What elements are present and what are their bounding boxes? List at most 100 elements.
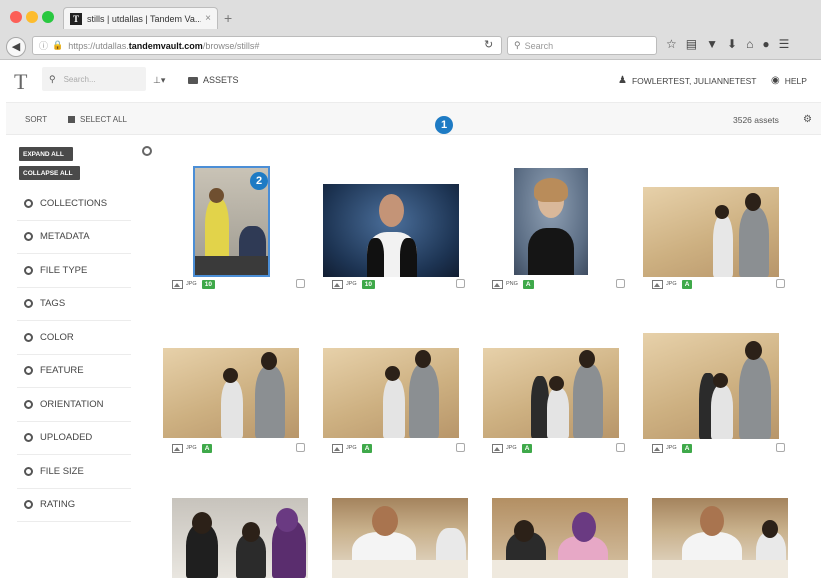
asset-card[interactable]: JPG A xyxy=(156,314,306,453)
asset-thumbnail[interactable] xyxy=(643,332,779,439)
gear-icon[interactable]: ⚙ xyxy=(803,114,812,125)
facet-rating[interactable]: RATING xyxy=(17,489,131,522)
asset-thumbnail[interactable] xyxy=(483,348,619,438)
asset-thumbnail[interactable] xyxy=(643,186,779,277)
facet-file-type[interactable]: FILE TYPE xyxy=(17,254,131,288)
reading-list-icon[interactable]: ▤ xyxy=(686,37,697,51)
assets-label: ASSETS xyxy=(203,75,239,85)
asset-thumbnail[interactable] xyxy=(492,498,628,578)
callout-marker-2: 2 xyxy=(250,172,268,190)
minimize-window-button[interactable] xyxy=(26,11,38,23)
menu-icon[interactable]: ☰ xyxy=(779,37,790,51)
browser-toolbar: ☆ ▤ ▼ ⬇ ⌂ ● ☰ xyxy=(666,37,789,51)
select-checkbox[interactable] xyxy=(776,443,785,452)
file-type-label: PNG xyxy=(506,281,518,287)
select-checkbox[interactable] xyxy=(456,279,465,288)
asset-card[interactable]: JPG A xyxy=(636,150,786,289)
sidebar-toggle-icon[interactable] xyxy=(142,146,152,156)
file-type-label: JPG xyxy=(666,281,677,287)
facet-collections[interactable]: COLLECTIONS xyxy=(17,187,131,221)
navigation-bar: ◀ ⓘ 🔒 https://utdallas. tandemvault.com/b… xyxy=(0,34,821,59)
image-icon xyxy=(492,279,503,289)
select-checkbox[interactable] xyxy=(616,279,625,288)
user-menu[interactable]: ♟ FOWLERTEST, JULIANNETEST xyxy=(618,75,757,86)
back-button[interactable]: ◀ xyxy=(6,36,26,57)
asset-search-input[interactable]: ⚲ Search... xyxy=(42,67,146,91)
asset-card[interactable]: JPG 10 xyxy=(316,150,466,289)
facet-metadata[interactable]: METADATA xyxy=(17,221,131,254)
asset-meta: JPG A xyxy=(172,442,306,454)
plus-circle-icon xyxy=(24,366,33,376)
tab-close-icon[interactable]: × xyxy=(205,13,211,24)
expand-all-button[interactable]: EXPAND ALL xyxy=(19,147,73,161)
asset-thumbnail[interactable] xyxy=(514,168,588,275)
rating-badge: A xyxy=(361,443,373,453)
reload-icon[interactable]: ↻ xyxy=(484,38,493,51)
browser-tab[interactable]: T stills | utdallas | Tandem Va... × xyxy=(63,7,218,29)
image-icon xyxy=(492,443,503,453)
asset-card[interactable] xyxy=(492,498,642,578)
new-tab-button[interactable]: + xyxy=(224,10,232,26)
select-checkbox[interactable] xyxy=(776,279,785,288)
rating-badge: A xyxy=(522,279,534,289)
select-checkbox[interactable] xyxy=(296,443,305,452)
browser-search-input[interactable]: ⚲ Search xyxy=(507,36,657,55)
zoom-window-button[interactable] xyxy=(42,11,54,23)
chat-icon[interactable]: ● xyxy=(762,37,769,51)
asset-card[interactable] xyxy=(652,498,802,578)
file-type-label: JPG xyxy=(666,445,677,451)
facet-uploaded[interactable]: UPLOADED xyxy=(17,422,131,455)
pocket-icon[interactable]: ▼ xyxy=(706,37,718,51)
select-checkbox[interactable] xyxy=(616,443,625,452)
asset-thumbnail[interactable] xyxy=(332,498,468,578)
facet-label: ORIENTATION xyxy=(40,398,104,410)
facet-label: UPLOADED xyxy=(40,432,93,444)
select-checkbox[interactable] xyxy=(456,443,465,452)
facet-label: FILE SIZE xyxy=(40,465,84,477)
facet-tags[interactable]: TAGS xyxy=(17,288,131,321)
star-icon[interactable]: ☆ xyxy=(666,37,677,51)
facet-orientation[interactable]: ORIENTATION xyxy=(17,388,131,422)
asset-meta: JPG 10 xyxy=(332,278,466,290)
rating-badge: A xyxy=(681,279,693,289)
url-bar[interactable]: ⓘ 🔒 https://utdallas. tandemvault.com/bro… xyxy=(32,36,502,55)
download-icon[interactable]: ⬇ xyxy=(727,37,737,51)
facet-list: COLLECTIONS METADATA FILE TYPE TAGS COLO… xyxy=(17,187,131,522)
asset-meta: JPG A xyxy=(332,442,466,454)
plus-circle-icon xyxy=(24,500,33,510)
asset-thumbnail[interactable] xyxy=(163,348,299,438)
home-icon[interactable]: ⌂ xyxy=(746,37,753,51)
tandem-logo[interactable]: T xyxy=(14,69,28,95)
sitemap-dropdown[interactable]: ⊥▾ xyxy=(153,75,165,86)
info-icon[interactable]: ⓘ xyxy=(39,39,48,52)
asset-card[interactable] xyxy=(172,498,322,578)
asset-thumbnail[interactable] xyxy=(323,183,459,277)
asset-thumbnail[interactable] xyxy=(323,348,459,438)
facet-label: FILE TYPE xyxy=(40,264,88,276)
facet-file-size[interactable]: FILE SIZE xyxy=(17,455,131,489)
assets-link[interactable]: ASSETS xyxy=(188,75,239,85)
help-link[interactable]: ◉ HELP xyxy=(771,75,807,86)
rating-badge: A xyxy=(521,443,533,453)
asset-thumbnail[interactable] xyxy=(172,498,308,578)
facet-feature[interactable]: FEATURE xyxy=(17,355,131,388)
facet-color[interactable]: COLOR xyxy=(17,321,131,355)
asset-card[interactable]: JPG A xyxy=(636,314,786,453)
asset-card[interactable] xyxy=(332,498,482,578)
asset-card[interactable]: JPG A xyxy=(316,314,466,453)
asset-card[interactable]: JPG 10 xyxy=(156,150,306,289)
asset-card[interactable]: JPG A xyxy=(476,314,626,453)
collapse-all-button[interactable]: COLLAPSE ALL xyxy=(19,166,80,180)
asset-thumbnail[interactable] xyxy=(652,498,788,578)
select-all-button[interactable]: SELECT ALL xyxy=(68,115,127,124)
plus-circle-icon xyxy=(24,232,33,242)
facet-label: COLOR xyxy=(40,331,74,343)
close-window-button[interactable] xyxy=(10,11,22,23)
facet-label: COLLECTIONS xyxy=(40,197,108,209)
plus-circle-icon xyxy=(24,299,33,309)
select-checkbox[interactable] xyxy=(296,279,305,288)
sort-button[interactable]: SORT xyxy=(25,115,47,124)
asset-card[interactable]: PNG A xyxy=(476,150,626,289)
plus-circle-icon xyxy=(24,332,33,342)
rating-badge: A xyxy=(681,443,693,453)
